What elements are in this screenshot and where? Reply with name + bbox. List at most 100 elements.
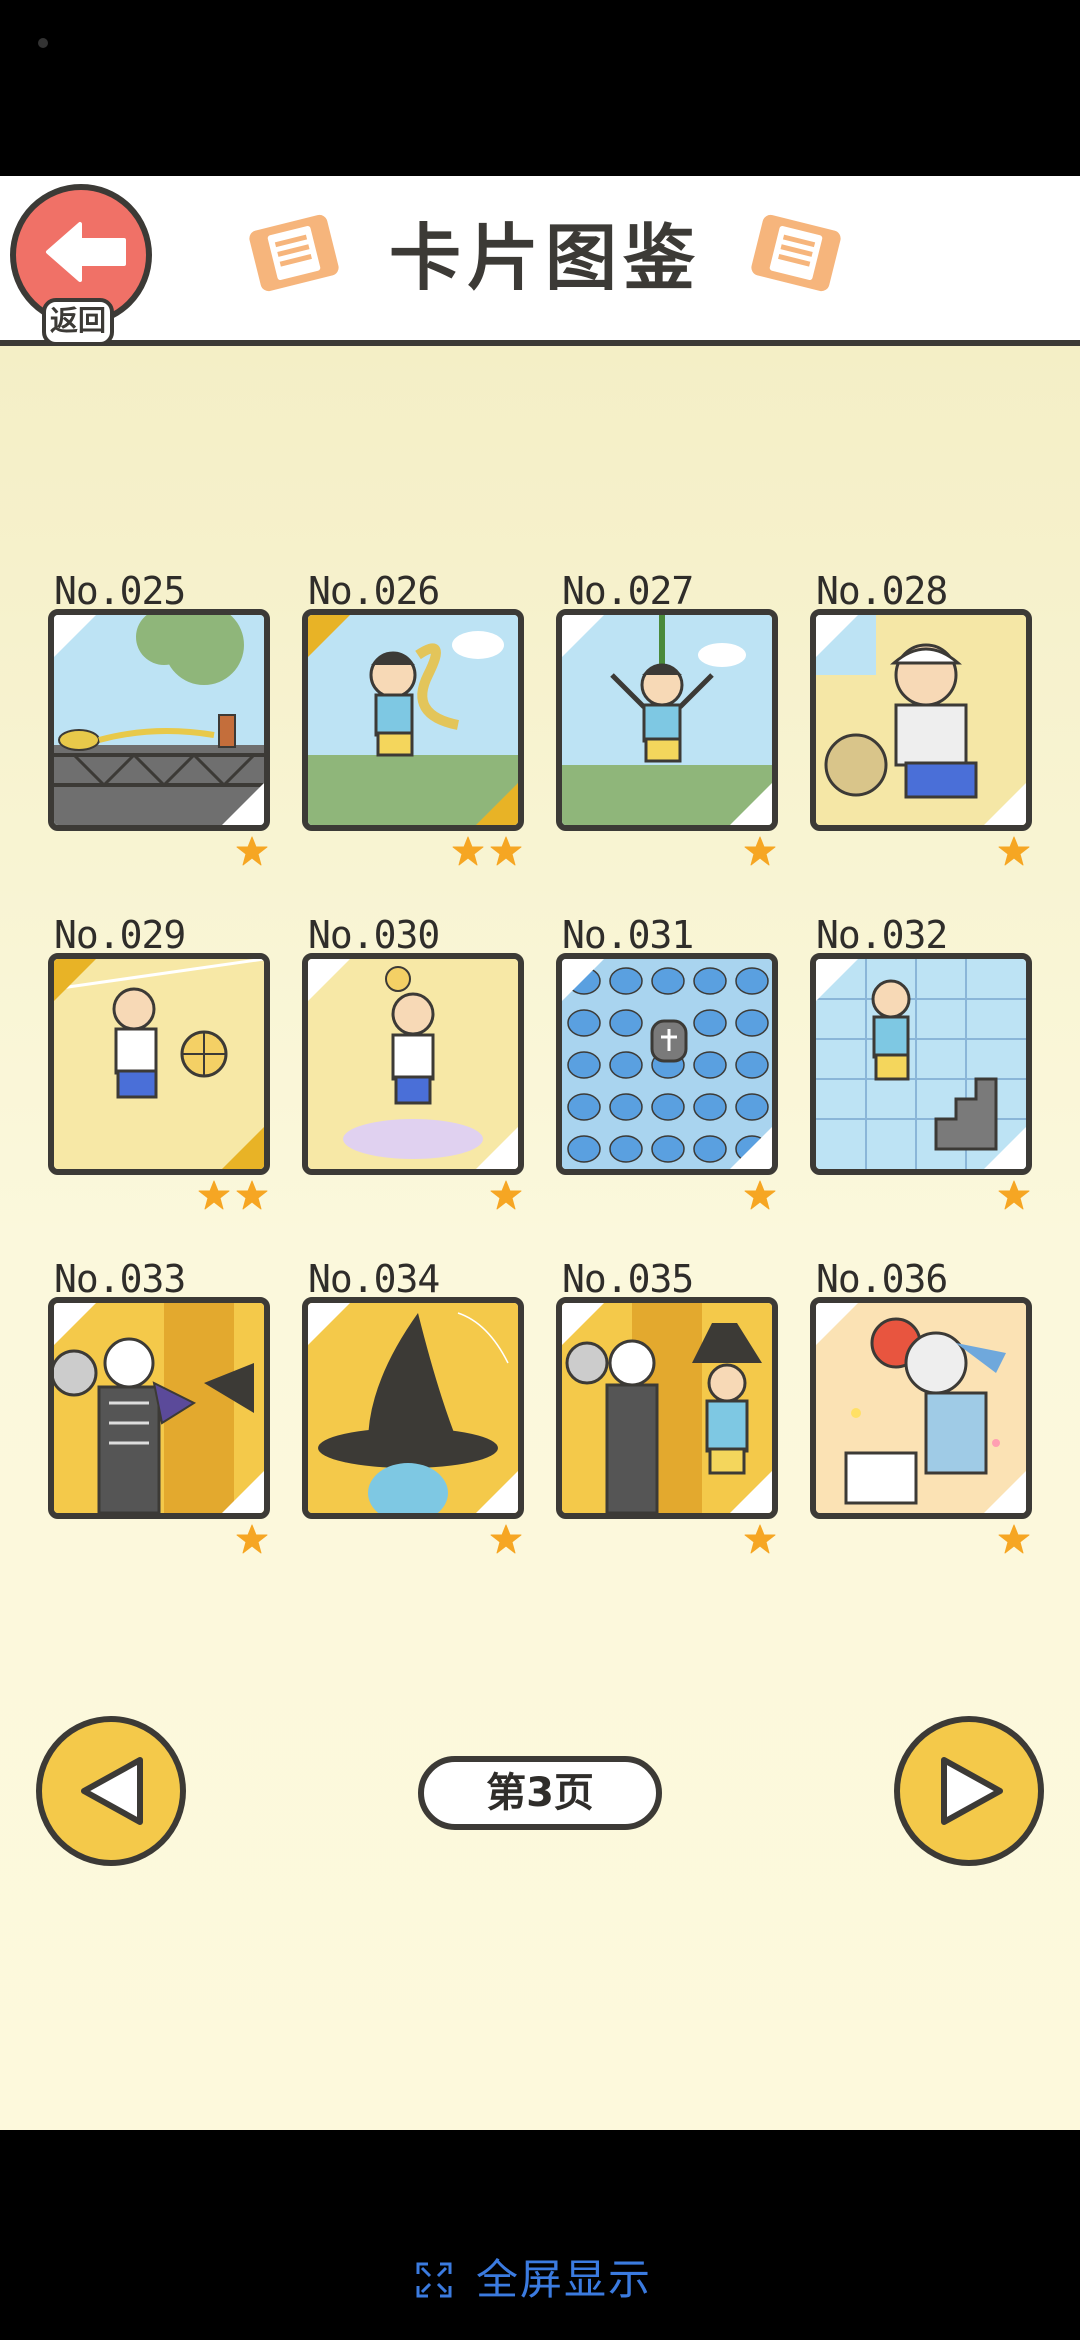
card-item[interactable]: No.028 (810, 569, 1038, 866)
card-number: No.030 (308, 913, 440, 957)
card-rating (998, 1523, 1030, 1559)
card-number: No.031 (562, 913, 694, 957)
card-corner-bottom (984, 1127, 1026, 1169)
card-corner-bottom (222, 1127, 264, 1169)
card-image (810, 609, 1032, 831)
card-number: No.029 (54, 913, 186, 957)
star-icon (236, 1180, 268, 1210)
card-item[interactable]: No.033 (48, 1257, 276, 1554)
card-corner-top (562, 615, 604, 657)
star-icon (490, 1180, 522, 1210)
card-corner-bottom (984, 1471, 1026, 1513)
card-corner-top (54, 1303, 96, 1345)
card-corner-bottom (984, 783, 1026, 825)
card-number: No.034 (308, 1257, 440, 1301)
star-icon (744, 1180, 776, 1210)
card-rating (236, 1523, 268, 1559)
card-image (48, 609, 270, 831)
card-image (810, 953, 1032, 1175)
header-bar: 返回 卡片图鉴 (0, 176, 1080, 346)
back-label: 返回 (42, 298, 114, 346)
card-rating (998, 1179, 1030, 1215)
card-rating (744, 1179, 776, 1215)
card-number: No.032 (816, 913, 948, 957)
fullscreen-icon (416, 2262, 452, 2298)
card-item[interactable]: No.036 (810, 1257, 1038, 1554)
card-corner-bottom (476, 783, 518, 825)
camera-dot (38, 38, 48, 48)
card-image (556, 1297, 778, 1519)
card-corner-bottom (476, 1471, 518, 1513)
card-corner-top (562, 1303, 604, 1345)
card-rating (998, 835, 1030, 871)
card-image (302, 953, 524, 1175)
card-corner-bottom (222, 783, 264, 825)
card-corner-top (308, 959, 350, 1001)
triangle-left-icon (81, 1757, 143, 1825)
star-icon (236, 1524, 268, 1554)
card-corner-bottom (222, 1471, 264, 1513)
card-image (556, 609, 778, 831)
card-item[interactable]: No.027 (556, 569, 784, 866)
card-corner-top (54, 959, 96, 1001)
card-corner-top (308, 1303, 350, 1345)
card-image (48, 1297, 270, 1519)
card-rating (744, 835, 776, 871)
fullscreen-label: 全屏显示 (476, 2255, 653, 2304)
card-number: No.036 (816, 1257, 948, 1301)
card-corner-bottom (476, 1127, 518, 1169)
game-screen: 返回 卡片图鉴 No.025 No.026 No.027 No.028 No.029 No… (0, 176, 1080, 2130)
card-corner-bottom (730, 1471, 772, 1513)
fullscreen-button[interactable]: 全屏显示 (414, 2250, 652, 2310)
card-number: No.027 (562, 569, 694, 613)
next-page-button[interactable] (894, 1716, 1044, 1866)
page-indicator: 第3页 (418, 1756, 662, 1830)
card-item[interactable]: No.035 (556, 1257, 784, 1554)
card-corner-top (54, 615, 96, 657)
card-number: No.033 (54, 1257, 186, 1301)
card-rating (452, 835, 522, 871)
star-icon (998, 1524, 1030, 1554)
prev-page-button[interactable] (36, 1716, 186, 1866)
card-corner-top (816, 1303, 858, 1345)
triangle-right-icon (941, 1757, 1003, 1825)
card-image (810, 1297, 1032, 1519)
card-rating (236, 835, 268, 871)
star-icon (490, 836, 522, 866)
card-corner-bottom (730, 783, 772, 825)
card-item[interactable]: No.025 (48, 571, 276, 866)
card-rating (198, 1179, 268, 1215)
card-image (556, 953, 778, 1175)
card-rating (490, 1179, 522, 1215)
back-arrow-icon (46, 222, 126, 282)
star-icon (998, 836, 1030, 866)
card-item[interactable]: No.026 (302, 569, 530, 866)
card-corner-bottom (730, 1127, 772, 1169)
star-icon (198, 1180, 230, 1210)
card-corner-top (308, 615, 350, 657)
card-number: No.028 (816, 569, 948, 613)
card-item[interactable]: No.029 (48, 913, 276, 1210)
card-number: No.026 (308, 569, 440, 613)
star-icon (236, 836, 268, 866)
card-image (302, 1297, 524, 1519)
fullscreen-bar: 全屏显示 (0, 2130, 1080, 2340)
card-item[interactable]: No.030 (302, 913, 530, 1210)
card-corner-top (816, 959, 858, 1001)
card-rating (490, 1523, 522, 1559)
star-icon (452, 836, 484, 866)
card-number: No.035 (562, 1257, 694, 1301)
card-rating (744, 1523, 776, 1559)
back-button[interactable]: 返回 (10, 184, 152, 346)
card-item[interactable]: No.034 (302, 1257, 530, 1554)
status-bar (0, 0, 1080, 176)
star-icon (744, 1524, 776, 1554)
star-icon (998, 1180, 1030, 1210)
card-corner-top (562, 959, 604, 1001)
card-item[interactable]: No.032 (810, 913, 1038, 1210)
card-image (48, 953, 270, 1175)
card-item[interactable]: No.031 (556, 913, 784, 1210)
star-icon (490, 1524, 522, 1554)
star-icon (744, 836, 776, 866)
card-icon (751, 214, 841, 292)
